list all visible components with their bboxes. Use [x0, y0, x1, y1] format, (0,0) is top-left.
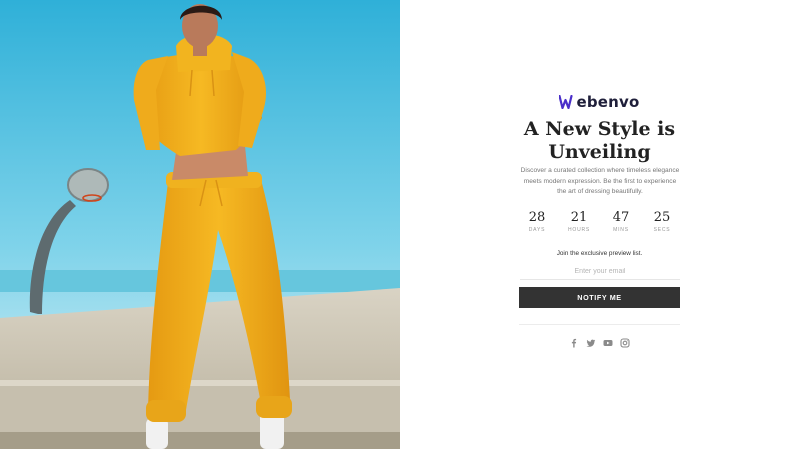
countdown-mins: 47 MINS [601, 210, 641, 233]
divider [519, 324, 680, 325]
headline-line-1: A New Style is [523, 118, 676, 140]
email-input[interactable] [520, 263, 680, 280]
twitter-icon [586, 339, 596, 347]
hero-image [0, 0, 400, 449]
countdown-label: HOURS [567, 227, 591, 233]
brand-logo[interactable]: ebenvo [400, 93, 799, 113]
youtube-icon [603, 340, 613, 346]
countdown-value: 47 [612, 210, 630, 225]
coming-soon-panel: ebenvo A New Style is Unveiling Discover… [400, 0, 799, 449]
twitter-link[interactable] [585, 337, 597, 349]
countdown-label: DAYS [528, 227, 546, 233]
countdown-hours: 21 HOURS [559, 210, 599, 233]
headline-line-2: Unveiling [548, 141, 651, 163]
page-title: A New Style is Unveiling [400, 118, 799, 164]
description-line-3: the art of dressing beautifully. [557, 188, 643, 195]
signup-prompt: Join the exclusive preview list. [556, 250, 643, 257]
countdown-value: 25 [653, 210, 671, 225]
description: Discover a curated collection where time… [515, 166, 685, 198]
instagram-icon [620, 338, 630, 348]
youtube-link[interactable] [602, 337, 614, 349]
countdown-timer: 28 DAYS 21 HOURS 47 MINS 25 SECS [400, 210, 799, 236]
description-line-1: Discover a curated collection where time… [520, 167, 680, 174]
hero-photo-image [0, 0, 400, 449]
countdown-label: MINS [613, 227, 629, 233]
social-links [400, 337, 799, 349]
facebook-icon [571, 338, 577, 348]
countdown-days: 28 DAYS [517, 210, 557, 233]
countdown-value: 28 [528, 210, 546, 225]
countdown-label: SECS [653, 227, 671, 233]
brand-mark-icon [559, 95, 574, 109]
brand-name: ebenvo [576, 93, 640, 111]
facebook-link[interactable] [568, 337, 580, 349]
instagram-link[interactable] [619, 337, 631, 349]
notify-me-button[interactable]: NOTIFY ME [519, 287, 680, 308]
description-line-2: meets modern expression. Be the first to… [523, 177, 677, 185]
countdown-secs: 25 SECS [642, 210, 682, 233]
countdown-value: 21 [570, 210, 588, 225]
